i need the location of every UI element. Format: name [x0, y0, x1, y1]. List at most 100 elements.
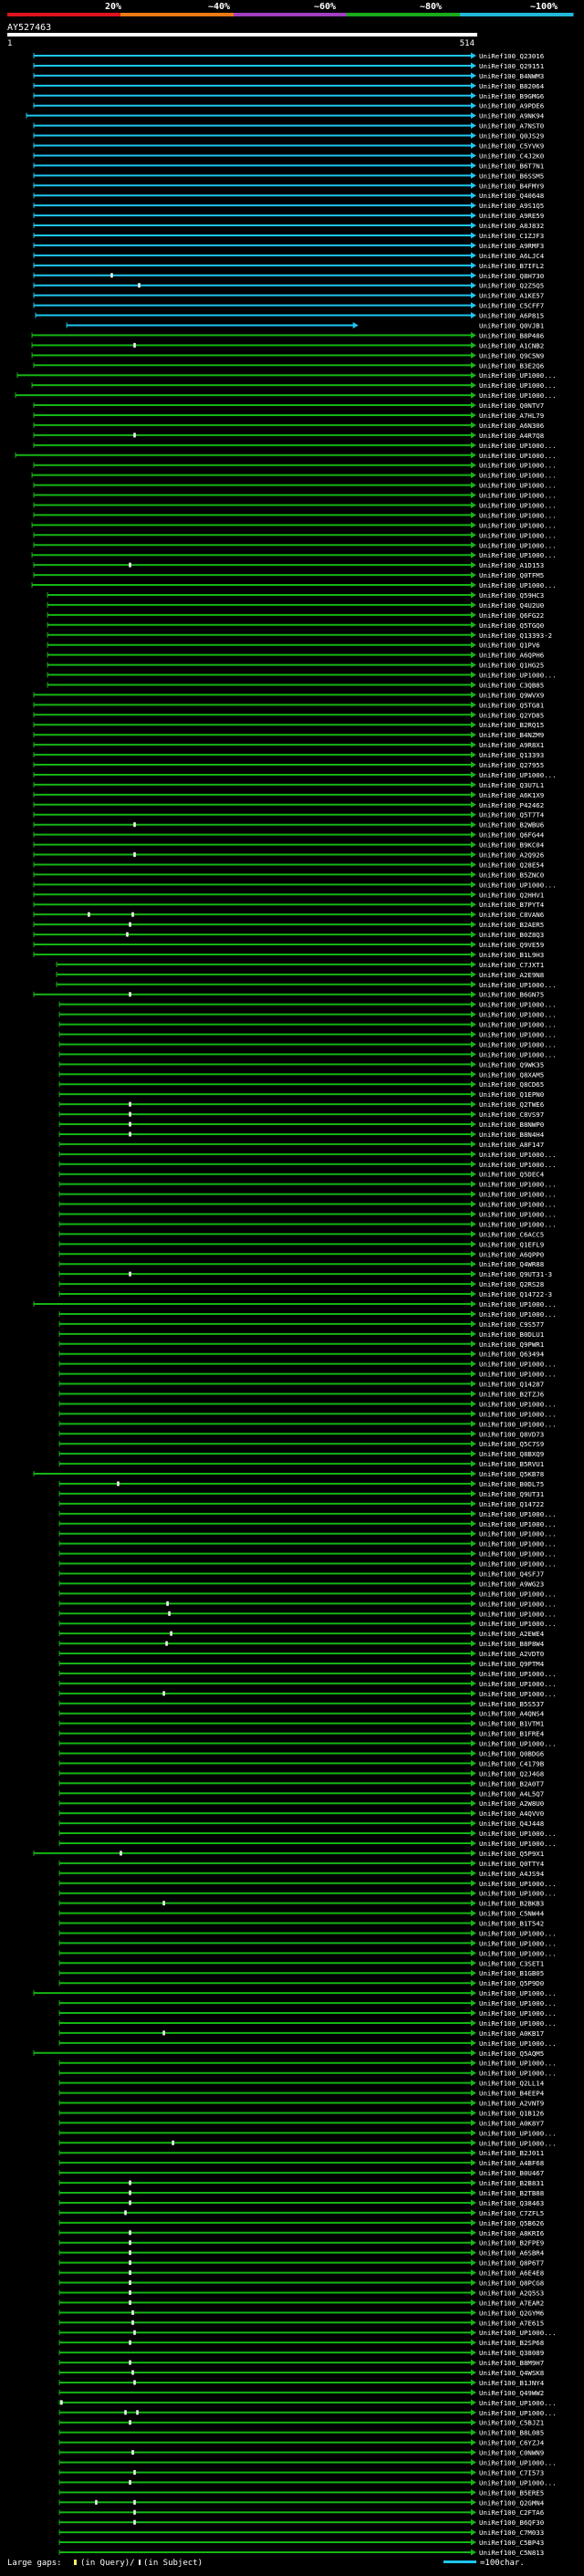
subject-id-label[interactable]: UniRef100_UP1000... [479, 1890, 557, 1898]
subject-id-label[interactable]: UniRef100_A2VNT9 [479, 2100, 544, 2108]
subject-id-label[interactable]: UniRef100_B6T7N1 [479, 162, 544, 170]
subject-id-label[interactable]: UniRef100_UP1000... [479, 511, 557, 519]
subject-id-label[interactable]: UniRef100_Q5TGQ0 [479, 621, 544, 630]
subject-id-label[interactable]: UniRef100_C3QB85 [479, 681, 544, 689]
subject-id-label[interactable]: UniRef100_UP1000... [479, 1031, 557, 1039]
subject-id-label[interactable]: UniRef100_UP1000... [479, 2009, 557, 2018]
subject-id-label[interactable]: UniRef100_A2Q5S3 [479, 2289, 544, 2297]
subject-id-label[interactable]: UniRef100_C5NW44 [479, 1910, 545, 1918]
subject-id-label[interactable]: UniRef100_A9RE59 [479, 212, 544, 220]
subject-id-label[interactable]: UniRef100_C5BP43 [479, 2539, 544, 2547]
subject-id-label[interactable]: UniRef100_Q14722 [479, 1500, 544, 1508]
subject-id-label[interactable]: UniRef100_B6QF30 [479, 2519, 544, 2527]
subject-id-label[interactable]: UniRef100_UP1000... [479, 442, 557, 450]
subject-id-label[interactable]: UniRef100_C2FTA6 [479, 2508, 544, 2517]
subject-id-label[interactable]: UniRef100_B6SSM5 [479, 172, 544, 180]
subject-id-label[interactable]: UniRef100_A1KE57 [479, 292, 544, 300]
subject-id-label[interactable]: UniRef100_Q5KB78 [479, 1470, 544, 1478]
subject-id-label[interactable]: UniRef100_Q28E54 [479, 860, 545, 869]
subject-id-label[interactable]: UniRef100_Q0TFM5 [479, 571, 544, 579]
subject-id-label[interactable]: UniRef100_C8VS97 [479, 1111, 544, 1119]
subject-id-label[interactable]: UniRef100_A6LJC4 [479, 252, 545, 260]
subject-id-label[interactable]: UniRef100_Q9UT31-3 [479, 1270, 552, 1278]
subject-id-label[interactable]: UniRef100_C5N813 [479, 2549, 544, 2557]
subject-id-label[interactable]: UniRef100_UP1000... [479, 1040, 557, 1048]
subject-id-label[interactable]: UniRef100_UP1000... [479, 381, 557, 390]
subject-id-label[interactable]: UniRef100_B2B831 [479, 2179, 544, 2187]
subject-id-label[interactable]: UniRef100_C6YZJ4 [479, 2439, 545, 2447]
subject-id-label[interactable]: UniRef100_UP1000... [479, 1361, 557, 1369]
subject-id-label[interactable]: UniRef100_UP1000... [479, 1740, 557, 1748]
subject-id-label[interactable]: UniRef100_UP1000... [479, 1410, 557, 1418]
subject-id-label[interactable]: UniRef100_A9R8X1 [479, 741, 544, 749]
subject-id-label[interactable]: UniRef100_A6K1X9 [479, 791, 544, 799]
subject-id-label[interactable]: UniRef100_Q4SFJ7 [479, 1570, 544, 1578]
subject-id-label[interactable]: UniRef100_UP1000... [479, 1929, 557, 1937]
subject-id-label[interactable]: UniRef100_B2J011 [479, 2149, 544, 2157]
subject-id-label[interactable]: UniRef100_B8P486 [479, 331, 544, 339]
subject-id-label[interactable]: UniRef100_C1ZJF3 [479, 232, 544, 240]
subject-id-label[interactable]: UniRef100_UP1000... [479, 1371, 557, 1379]
subject-id-label[interactable]: UniRef100_UP1000... [479, 1300, 557, 1309]
subject-id-label[interactable]: UniRef100_Q2TWE6 [479, 1100, 544, 1109]
subject-id-label[interactable]: UniRef100_P42462 [479, 801, 544, 809]
subject-id-label[interactable]: UniRef100_Q40648 [479, 192, 544, 200]
subject-id-label[interactable]: UniRef100_UP1000... [479, 391, 557, 400]
subject-id-label[interactable]: UniRef100_UP1000... [479, 1680, 557, 1688]
subject-id-label[interactable]: UniRef100_B1JNY4 [479, 2379, 545, 2387]
subject-id-label[interactable]: UniRef100_Q8PCG8 [479, 2279, 544, 2288]
subject-id-label[interactable]: UniRef100_C3SET1 [479, 1959, 544, 1967]
subject-id-label[interactable]: UniRef100_B2SP68 [479, 2339, 544, 2347]
subject-id-label[interactable]: UniRef100_A0KB17 [479, 2029, 544, 2038]
subject-id-label[interactable]: UniRef100_Q5TG81 [479, 701, 544, 709]
subject-id-label[interactable]: UniRef100_Q63494 [479, 1351, 545, 1359]
subject-id-label[interactable]: UniRef100_Q0NTV7 [479, 402, 544, 410]
subject-id-label[interactable]: UniRef100_B2RQ15 [479, 721, 544, 729]
subject-id-label[interactable]: UniRef100_Q1EPN0 [479, 1090, 544, 1099]
subject-id-label[interactable]: UniRef100_Q29151 [479, 62, 544, 70]
subject-id-label[interactable]: UniRef100_Q0JS29 [479, 132, 544, 141]
subject-id-label[interactable]: UniRef100_B1VTM1 [479, 1720, 544, 1728]
subject-id-label[interactable]: UniRef100_Q1B126 [479, 2109, 544, 2117]
subject-id-label[interactable]: UniRef100_Q0TTY4 [479, 1860, 545, 1868]
subject-id-label[interactable]: UniRef100_C7M033 [479, 2529, 544, 2537]
subject-id-label[interactable]: UniRef100_Q6FG44 [479, 831, 545, 840]
subject-id-label[interactable]: UniRef100_Q5T7T4 [479, 811, 545, 819]
subject-id-label[interactable]: UniRef100_UP1000... [479, 1830, 557, 1838]
subject-id-label[interactable]: UniRef100_Q13393 [479, 751, 544, 759]
subject-id-label[interactable]: UniRef100_UP1000... [479, 1400, 557, 1408]
subject-id-label[interactable]: UniRef100_Q2RS28 [479, 1280, 544, 1288]
subject-id-label[interactable]: UniRef100_B1GB05 [479, 1969, 544, 1977]
subject-id-label[interactable]: UniRef100_B3E2Q6 [479, 361, 544, 370]
subject-id-label[interactable]: UniRef100_UP1000... [479, 1670, 557, 1678]
subject-id-label[interactable]: UniRef100_B7PYT4 [479, 901, 545, 909]
subject-id-label[interactable]: UniRef100_A9NK94 [479, 112, 545, 120]
subject-id-label[interactable]: UniRef100_UP1000... [479, 1999, 557, 2008]
subject-id-label[interactable]: UniRef100_UP1000... [479, 2399, 557, 2407]
subject-id-label[interactable]: UniRef100_UP1000... [479, 2409, 557, 2417]
subject-id-label[interactable]: UniRef100_C0NWN9 [479, 2449, 544, 2457]
subject-id-label[interactable]: UniRef100_A9PDE6 [479, 102, 544, 110]
subject-id-label[interactable]: UniRef100_UP1000... [479, 1420, 557, 1428]
subject-id-label[interactable]: UniRef100_Q1PV6 [479, 641, 540, 650]
subject-id-label[interactable]: UniRef100_A9S1Q5 [479, 202, 544, 210]
subject-id-label[interactable]: UniRef100_UP1000... [479, 2060, 557, 2068]
subject-id-label[interactable]: UniRef100_UP1000... [479, 1510, 557, 1518]
subject-id-label[interactable]: UniRef100_Q2HHV1 [479, 891, 544, 899]
subject-id-label[interactable]: UniRef100_A2VDT0 [479, 1650, 544, 1658]
subject-id-label[interactable]: UniRef100_B7IFL2 [479, 262, 544, 270]
subject-id-label[interactable]: UniRef100_UP1000... [479, 452, 557, 460]
subject-id-label[interactable]: UniRef100_A7NST0 [479, 122, 544, 130]
subject-id-label[interactable]: UniRef100_UP1000... [479, 1211, 557, 1219]
subject-id-label[interactable]: UniRef100_A1D153 [479, 561, 544, 569]
subject-id-label[interactable]: UniRef100_Q1EFL9 [479, 1240, 544, 1248]
subject-id-label[interactable]: UniRef100_A6QPP0 [479, 1250, 544, 1258]
subject-id-label[interactable]: UniRef100_UP1000... [479, 1181, 557, 1189]
subject-id-label[interactable]: UniRef100_B8N4H4 [479, 1131, 545, 1139]
subject-id-label[interactable]: UniRef100_A9WG23 [479, 1580, 544, 1588]
subject-id-label[interactable]: UniRef100_B2AER5 [479, 921, 544, 929]
subject-id-label[interactable]: UniRef100_B1T542 [479, 1920, 544, 1928]
subject-id-label[interactable]: UniRef100_Q8VD73 [479, 1430, 544, 1438]
subject-id-label[interactable]: UniRef100_A6N306 [479, 422, 544, 430]
subject-id-label[interactable]: UniRef100_Q14722-3 [479, 1290, 552, 1298]
